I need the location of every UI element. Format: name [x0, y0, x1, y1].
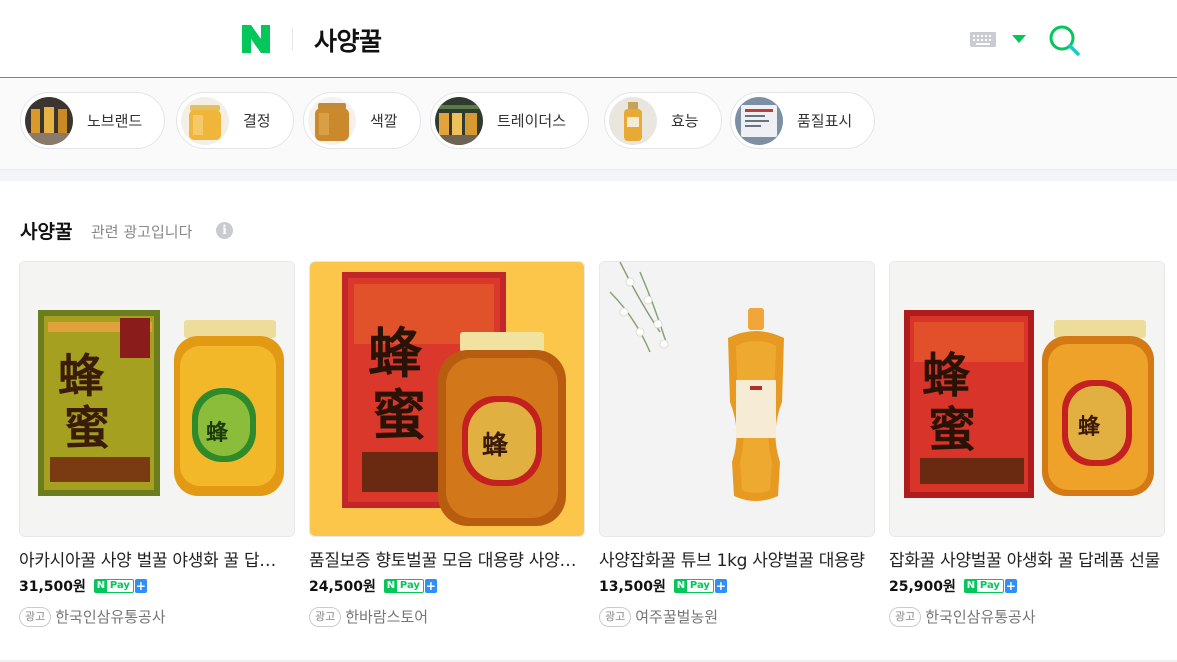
keyboard-icon[interactable]	[970, 32, 996, 47]
chip-thumbnail	[181, 96, 229, 145]
npay-badge: N Pay +	[93, 579, 147, 593]
chip-label: 노브랜드	[87, 112, 143, 130]
npay-plus-icon: +	[424, 579, 437, 593]
svg-text:蜂: 蜂	[922, 348, 971, 404]
chip-thumbnail	[609, 96, 657, 145]
npay-badge: N Pay +	[963, 579, 1017, 593]
chip-thumbnail	[435, 96, 483, 145]
logo-divider	[292, 28, 293, 50]
svg-text:蜜: 蜜	[928, 402, 976, 458]
product-price: 13,500원	[599, 579, 666, 595]
filter-chip-nobrand[interactable]: 노브랜드	[20, 92, 166, 149]
seller-name[interactable]: 여주꿀벌농원	[635, 606, 718, 627]
npay-n-icon: N	[964, 580, 977, 592]
section-title: 사양꿀	[20, 221, 73, 243]
chevron-down-icon[interactable]	[1012, 35, 1026, 43]
svg-text:蜂: 蜂	[58, 349, 105, 403]
product-price: 25,900원	[889, 579, 956, 595]
naver-n-icon[interactable]	[242, 25, 270, 53]
chip-thumbnail	[308, 96, 356, 145]
product-image[interactable]: 蜂 蜜 蜂	[889, 261, 1165, 537]
ad-badge: 광고	[599, 606, 632, 627]
seller-row: 광고 한국인삼유통공사	[889, 606, 1165, 627]
svg-text:蜂: 蜂	[1078, 414, 1101, 440]
product-card[interactable]: 蜂 蜜 蜂 품질보증 향토벌꿀 모음 대용량 사양벌꿀 24,500원 N Pay…	[309, 261, 585, 627]
section-divider	[0, 169, 1177, 181]
price-row: 31,500원 N Pay +	[19, 576, 295, 596]
search-icon[interactable]	[1046, 22, 1082, 58]
ad-badge: 광고	[889, 606, 922, 627]
product-card[interactable]: 사양잡화꿀 튜브 1kg 사양벌꿀 대용량 13,500원 N Pay + 광고 …	[599, 261, 875, 627]
npay-badge: N Pay +	[383, 579, 437, 593]
ad-badge: 광고	[309, 606, 342, 627]
npay-n-icon: N	[94, 580, 107, 592]
seller-row: 광고 여주꿀벌농원	[599, 606, 875, 627]
chip-thumbnail	[25, 96, 73, 145]
product-image[interactable]	[599, 261, 875, 537]
price-row: 13,500원 N Pay +	[599, 576, 875, 596]
chip-label: 트레이더스	[497, 112, 567, 130]
npay-n-icon: N	[674, 580, 687, 592]
info-icon[interactable]: i	[216, 222, 233, 239]
ad-badge: 광고	[19, 606, 52, 627]
product-title[interactable]: 잡화꿀 사양벌꿀 야생화 꿀 답례품 선물	[889, 546, 1161, 571]
npay-plus-icon: +	[134, 579, 147, 593]
seller-name[interactable]: 한국인삼유통공사	[55, 606, 165, 627]
seller-name[interactable]: 한국인삼유통공사	[925, 606, 1035, 627]
product-image[interactable]: 蜂 蜜 蜂	[309, 261, 585, 537]
filter-chip-color[interactable]: 색깔	[303, 92, 421, 149]
ad-notice: 관련 광고입니다	[91, 223, 193, 241]
npay-plus-icon: +	[714, 579, 727, 593]
filter-chip-bar: 노브랜드 결정 색깔 트레이더스 효능 품질표시	[0, 79, 1177, 169]
filter-chip-quality-label[interactable]: 품질표시	[730, 92, 876, 149]
price-row: 25,900원 N Pay +	[889, 576, 1165, 596]
chip-label: 색깔	[370, 112, 398, 130]
filter-chip-effect[interactable]: 효능	[604, 92, 722, 149]
svg-text:蜜: 蜜	[64, 401, 110, 455]
product-title[interactable]: 품질보증 향토벌꿀 모음 대용량 사양벌꿀	[309, 546, 581, 571]
search-query[interactable]: 사양꿀	[314, 22, 382, 58]
npay-badge: N Pay +	[673, 579, 727, 593]
product-card[interactable]: 蜂 蜜 蜂 아카시아꿀 사양 벌꿀 야생화 꿀 답례품 선물 31,500원 N…	[19, 261, 295, 627]
chip-label: 결정	[243, 112, 271, 130]
product-image[interactable]: 蜂 蜜 蜂	[19, 261, 295, 537]
svg-text:蜂: 蜂	[368, 321, 423, 385]
seller-name[interactable]: 한바람스토어	[345, 606, 428, 627]
price-row: 24,500원 N Pay +	[309, 576, 585, 596]
product-title[interactable]: 사양잡화꿀 튜브 1kg 사양벌꿀 대용량	[599, 546, 871, 571]
svg-text:蜂: 蜂	[482, 431, 509, 461]
seller-row: 광고 한바람스토어	[309, 606, 585, 627]
seller-row: 광고 한국인삼유통공사	[19, 606, 295, 627]
npay-n-icon: N	[384, 580, 397, 592]
filter-chip-traders[interactable]: 트레이더스	[430, 92, 590, 149]
product-card[interactable]: 蜂 蜜 蜂 잡화꿀 사양벌꿀 야생화 꿀 답례품 선물 25,900원 N Pay…	[889, 261, 1165, 627]
product-title[interactable]: 아카시아꿀 사양 벌꿀 야생화 꿀 답례품 선물	[19, 546, 291, 571]
filter-chip-crystal[interactable]: 결정	[176, 92, 294, 149]
svg-text:蜂: 蜂	[206, 420, 229, 446]
npay-plus-icon: +	[1004, 579, 1017, 593]
chip-label: 품질표시	[797, 112, 853, 130]
product-price: 31,500원	[19, 579, 86, 595]
chip-label: 효능	[671, 112, 699, 130]
svg-text:蜜: 蜜	[372, 383, 426, 447]
search-header: 사양꿀	[0, 0, 1177, 78]
chip-thumbnail	[735, 96, 783, 145]
product-price: 24,500원	[309, 579, 376, 595]
